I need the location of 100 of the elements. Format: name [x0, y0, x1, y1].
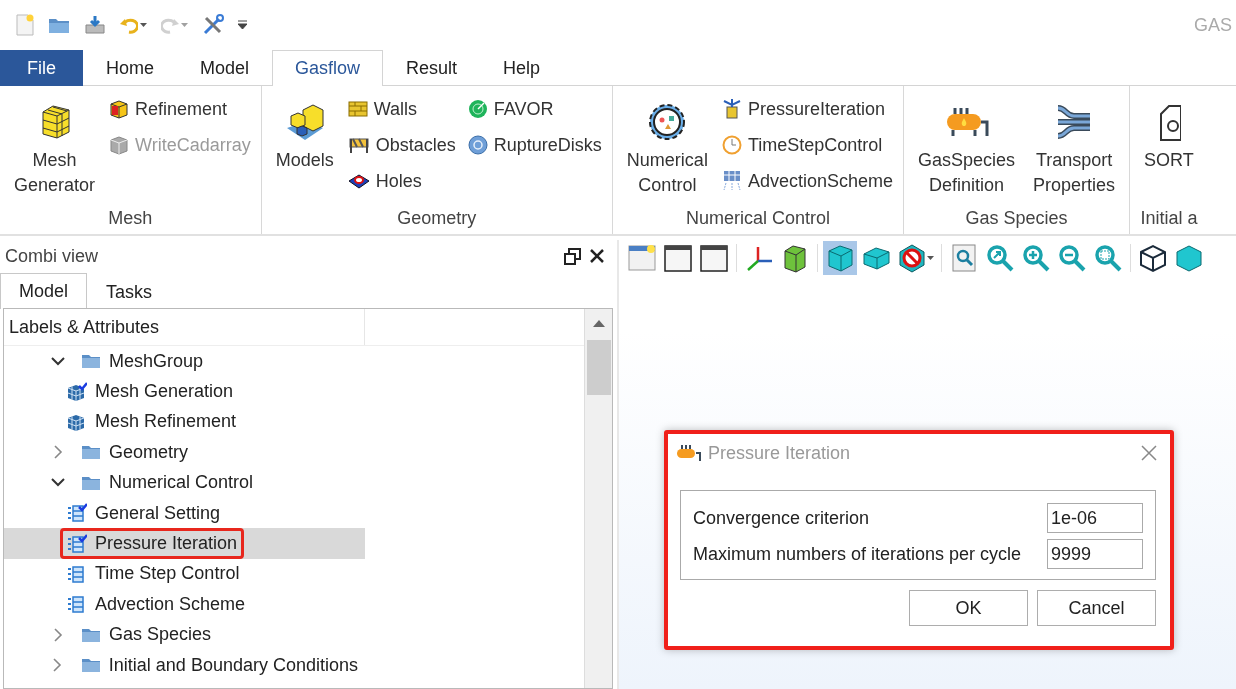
cube-outline-icon [1138, 243, 1168, 273]
quick-access-button[interactable] [202, 14, 224, 36]
input-field[interactable]: 9999 [1047, 539, 1143, 569]
chevron-down-icon [51, 356, 65, 366]
zoom-arrow-icon [985, 243, 1015, 273]
block-icon [347, 172, 370, 190]
cube-icon [109, 135, 130, 155]
disk-icon [467, 135, 488, 155]
ribbon-group-label: Initial a [1140, 208, 1198, 228]
tree-item[interactable]: Gas Species [74, 619, 219, 651]
ribbon-button[interactable]: Numerical Control [622, 94, 712, 208]
ribbon-button[interactable]: Obstacles [347, 130, 456, 160]
cube-icon [1174, 243, 1204, 273]
ribbon-button[interactable]: GasSpecies Definition [914, 94, 1020, 208]
window-title: GAS [1194, 14, 1232, 36]
ribbon-button[interactable]: Walls [347, 94, 456, 124]
window-icon [699, 243, 729, 273]
ribbon-group-label: Geometry [396, 208, 478, 228]
ribbon-tab[interactable]: Home [83, 50, 177, 86]
brick-wall-icon [347, 100, 368, 118]
cube-icon [67, 412, 87, 432]
ribbon-button[interactable]: Transport Properties [1029, 94, 1120, 208]
clock-icon [721, 135, 742, 155]
ribbon-group-label: Numerical Control [684, 208, 831, 228]
folder-icon [81, 353, 101, 370]
scrollbar[interactable] [584, 309, 612, 688]
ribbon-button[interactable]: Models [271, 94, 338, 208]
zoom-page-icon [949, 243, 979, 273]
valve-icon [721, 98, 742, 120]
customize-caret-icon [238, 20, 247, 30]
tree-item[interactable]: General Setting [60, 497, 228, 529]
tree-item[interactable]: Mesh Refinement [60, 406, 244, 438]
checked-list-icon [67, 503, 87, 524]
chevron-down-icon [51, 478, 65, 488]
folder-icon [81, 626, 101, 643]
close-icon [1140, 444, 1158, 462]
zoom-box-icon [1093, 243, 1123, 273]
tank-icon [676, 444, 702, 462]
window-icon [663, 243, 693, 273]
field-label: Maximum numbers of iterations per cycle [693, 543, 1023, 565]
new-document-icon [16, 14, 34, 36]
dialog-title: Pressure Iteration [708, 442, 852, 464]
folder-icon [81, 474, 101, 491]
tree-item[interactable]: Time Step Control [60, 558, 247, 590]
caret-icon [181, 23, 188, 27]
file-menu-button[interactable]: File [0, 50, 83, 86]
ribbon-button[interactable]: PressureIteration [721, 94, 893, 124]
checked-list-icon [67, 533, 87, 554]
dialog-button[interactable]: OK [909, 590, 1028, 626]
tree-item[interactable]: Advection Scheme [60, 588, 253, 620]
input-field[interactable]: 1e-06 [1047, 503, 1143, 533]
ribbon-button[interactable]: Mesh Generator [10, 94, 100, 208]
ribbon-tab[interactable]: Help [480, 50, 564, 86]
quick-access-button[interactable] [48, 16, 70, 34]
ribbon-button[interactable]: FAVOR [467, 94, 602, 124]
checked-cube-icon [67, 381, 87, 402]
close-icon [589, 248, 605, 264]
zoom-out-icon [1057, 243, 1087, 273]
chevron-right-icon [53, 627, 63, 642]
ribbon-tab[interactable]: Result [383, 50, 481, 86]
cube-icon [109, 99, 130, 119]
quick-access-button[interactable] [84, 15, 106, 35]
highlighted-tree-item[interactable]: Pressure Iteration [60, 528, 245, 560]
column-header: Labels & Attributes [4, 309, 365, 345]
ribbon-tab[interactable]: Model [177, 50, 273, 86]
cube-icon [825, 243, 855, 273]
folder-icon [48, 16, 70, 34]
radar-icon [467, 99, 488, 119]
ribbon-button[interactable]: AdvectionScheme [721, 166, 893, 196]
undo-icon [120, 16, 138, 34]
tree-item[interactable]: Geometry [74, 436, 196, 468]
panel-tab[interactable]: Model [0, 273, 88, 309]
ribbon-button[interactable]: Refinement [109, 94, 251, 124]
tree-item[interactable]: Numerical Control [74, 467, 261, 499]
chevron-right-icon [53, 445, 63, 460]
zoom-in-icon [1021, 243, 1051, 273]
quick-access-button[interactable] [120, 16, 147, 34]
tree-item[interactable]: Initial and Boundary Conditions [73, 649, 365, 681]
dialog-button[interactable]: Cancel [1037, 590, 1156, 626]
tree-item[interactable]: Mesh Generation [60, 376, 241, 408]
ribbon-group-label: Mesh [107, 208, 154, 228]
scroll-up-icon [592, 319, 605, 327]
tools-icon [202, 14, 224, 36]
ribbon-button[interactable]: RuptureDisks [467, 130, 602, 160]
ribbon-button[interactable]: SORT [1140, 94, 1198, 208]
new-window-icon [627, 243, 657, 273]
tree-item[interactable]: MeshGroup [74, 345, 211, 377]
ribbon-button[interactable]: TimeStepControl [721, 130, 893, 160]
ribbon-tab[interactable]: Gasflow [272, 50, 384, 86]
field-label: Convergence criterion [693, 507, 871, 529]
caret-icon [927, 256, 934, 260]
no-entry-icon [897, 243, 927, 273]
barrier-icon [347, 136, 370, 154]
ribbon-button[interactable]: Holes [347, 166, 456, 196]
folder-icon [80, 657, 101, 674]
caret-icon [140, 23, 147, 27]
folder-icon [81, 444, 101, 461]
scrollbar-thumb[interactable] [586, 340, 611, 395]
save-icon [84, 15, 106, 35]
panel-tab[interactable]: Tasks [87, 276, 172, 308]
